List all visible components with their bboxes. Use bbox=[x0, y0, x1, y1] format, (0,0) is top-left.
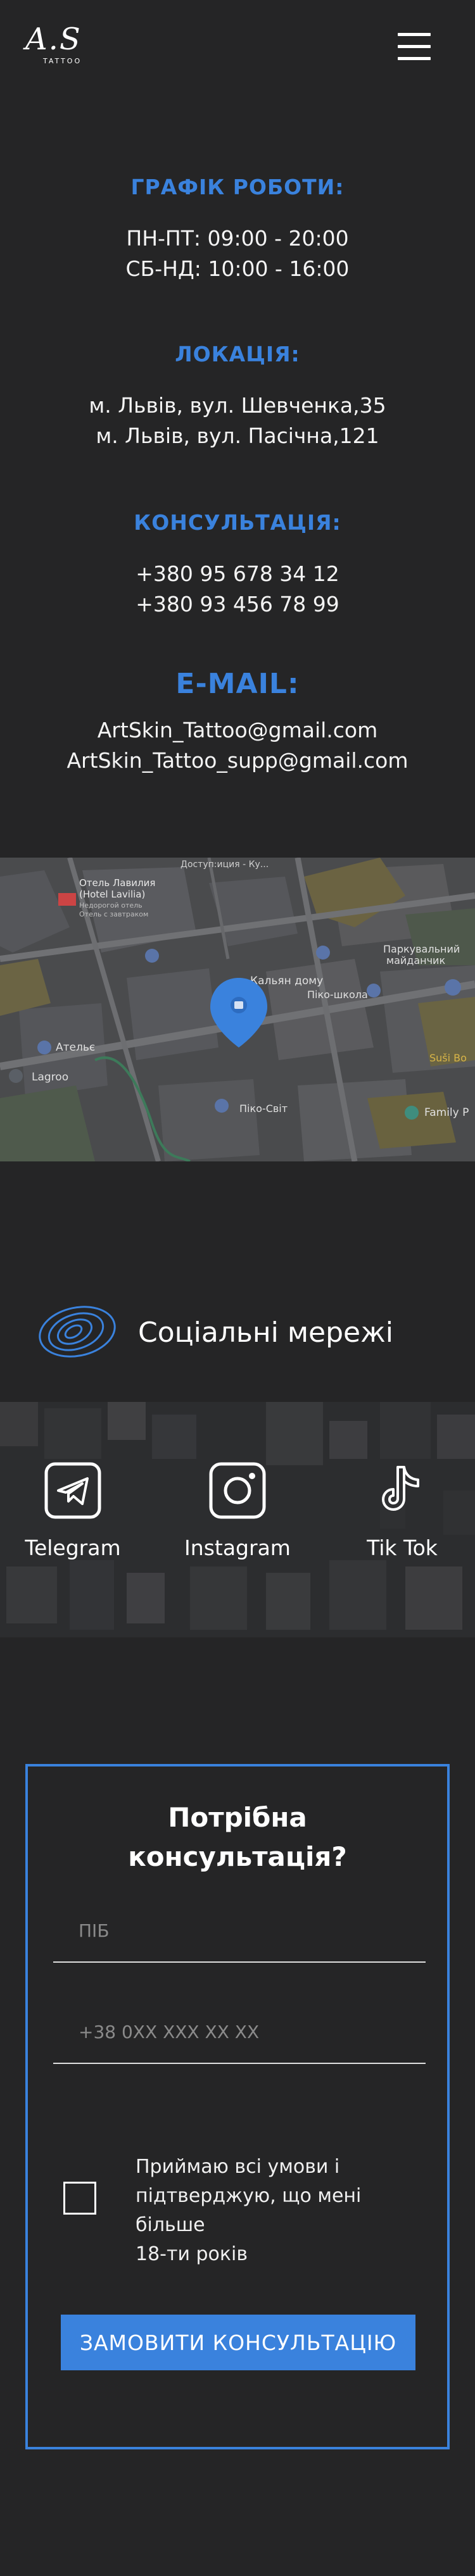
map-label: Кальян дому bbox=[250, 975, 323, 987]
map-label: Недорогой отель bbox=[79, 901, 142, 910]
instagram-icon bbox=[209, 1462, 266, 1519]
map-label: Отель Лавилия bbox=[79, 877, 155, 889]
social-header: Соціальні мережі bbox=[0, 1291, 475, 1373]
logo-word: TATTOO bbox=[43, 57, 82, 65]
social-telegram[interactable]: Telegram bbox=[10, 1462, 136, 1560]
menu-icon[interactable] bbox=[398, 33, 431, 61]
schedule-section: ГРАФІК РОБОТИ: ПН-ПТ: 09:00 - 20:00 СБ-Н… bbox=[0, 175, 475, 284]
social-label: Instagram bbox=[184, 1535, 291, 1560]
tiktok-icon bbox=[382, 1466, 419, 1511]
email-section: E-MAIL: ArtSkin_Tattoo@gmail.com ArtSkin… bbox=[0, 668, 475, 776]
location-address-1: м. Львів, вул. Шевченка,35 bbox=[89, 393, 386, 418]
social-strip: Telegram Instagram Tik Tok bbox=[0, 1402, 475, 1637]
map-label: Піко-школа bbox=[307, 989, 368, 1001]
terms-text: Приймаю всі умови і підтверджую, що мені… bbox=[136, 2156, 362, 2265]
social-label: Tik Tok bbox=[367, 1535, 438, 1560]
map-label: майданчик bbox=[386, 954, 445, 966]
social-label: Telegram bbox=[25, 1535, 121, 1560]
map-label: Lagroo bbox=[32, 1071, 68, 1084]
logo[interactable]: A.S TATTOO bbox=[25, 22, 95, 70]
schedule-heading: ГРАФІК РОБОТИ: bbox=[130, 175, 345, 199]
consultation-form: Потрібна консультація? Приймаю всі умови… bbox=[25, 1764, 450, 2449]
map[interactable]: Доступ:иция - Ку... Отель Лавилия (Hotel… bbox=[0, 858, 475, 1161]
telegram-icon bbox=[44, 1462, 101, 1519]
name-field bbox=[53, 1899, 426, 1963]
schedule-weekend: СБ-НД: 10:00 - 16:00 bbox=[125, 256, 350, 281]
map-canvas[interactable]: Доступ:иция - Ку... Отель Лавилия (Hotel… bbox=[0, 858, 475, 1161]
phone-input[interactable] bbox=[53, 2001, 426, 2063]
swirl-icon bbox=[39, 1306, 116, 1358]
phone-1[interactable]: +380 95 678 34 12 bbox=[0, 559, 475, 589]
social-title: Соціальні мережі bbox=[138, 1316, 393, 1349]
submit-button[interactable]: ЗАМОВИТИ КОНСУЛЬТАЦІЮ bbox=[61, 2315, 415, 2370]
phone-2[interactable]: +380 93 456 78 99 bbox=[0, 589, 475, 620]
email-2[interactable]: ArtSkin_Tattoo_supp@gmail.com bbox=[0, 746, 475, 776]
location-section: ЛОКАЦІЯ: м. Львів, вул. Шевченка,35 м. Л… bbox=[0, 342, 475, 451]
consultation-heading: КОНСУЛЬТАЦІЯ: bbox=[134, 510, 341, 535]
logo-script: A.S bbox=[25, 22, 82, 57]
email-1[interactable]: ArtSkin_Tattoo@gmail.com bbox=[0, 715, 475, 746]
social-tiktok[interactable]: Tik Tok bbox=[339, 1462, 466, 1560]
location-address-2: м. Львів, вул. Пасічна,121 bbox=[96, 423, 379, 448]
consultation-section: КОНСУЛЬТАЦІЯ: +380 95 678 34 12 +380 93 … bbox=[0, 510, 475, 620]
site-header: A.S TATTOO bbox=[0, 0, 475, 101]
phone-field bbox=[53, 2001, 426, 2064]
email-heading: E-MAIL: bbox=[175, 668, 300, 700]
map-label: Suši Bo bbox=[429, 1052, 467, 1064]
map-label: (Hotel Lavilia) bbox=[79, 889, 145, 900]
map-label: Доступ:иция - Ку... bbox=[180, 860, 269, 870]
terms-checkbox[interactable] bbox=[63, 2182, 96, 2215]
form-title: Потрібна консультація? bbox=[128, 1802, 347, 1872]
map-label: Family P bbox=[424, 1106, 469, 1119]
name-input[interactable] bbox=[53, 1899, 426, 1961]
social-instagram[interactable]: Instagram bbox=[174, 1462, 301, 1560]
schedule-weekdays: ПН-ПТ: 09:00 - 20:00 bbox=[126, 226, 349, 251]
map-label: Отель с завтраком bbox=[79, 910, 148, 918]
map-label: Ательє bbox=[56, 1041, 95, 1054]
location-heading: ЛОКАЦІЯ: bbox=[175, 342, 300, 366]
map-label: Піко-Світ bbox=[239, 1103, 288, 1115]
map-label: Паркувальний bbox=[383, 943, 460, 955]
